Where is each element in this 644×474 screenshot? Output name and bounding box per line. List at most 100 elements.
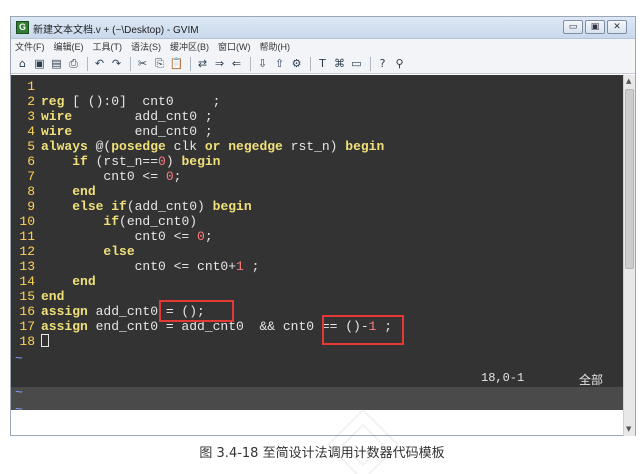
keyword-token: else <box>103 244 135 259</box>
code-line: 7 cnt0 <= 0; <box>11 169 623 184</box>
number-token: 0 <box>165 169 174 184</box>
line-number: 5 <box>27 139 35 154</box>
code-line: 5 always @(posedge clk or negedge rst_n) … <box>11 139 623 154</box>
make-icon[interactable]: T <box>315 56 330 71</box>
menu-buffers[interactable]: 缓冲区(B) <box>170 40 209 53</box>
cut-icon[interactable]: ✂ <box>135 56 150 71</box>
code-line: 6 if (rst_n==0) begin <box>11 154 623 169</box>
code-text: ; <box>204 229 213 244</box>
menu-edit[interactable]: 编辑(E) <box>54 40 84 53</box>
code-line: 16 assign add_cnt0 = (); <box>11 304 623 319</box>
window-title: 新建文本文档.v + (~\Desktop) - GVIM <box>33 25 199 36</box>
keyword-token: posedge <box>111 139 166 154</box>
keyword-token: wire <box>41 124 73 139</box>
keyword-token: else if <box>72 199 127 214</box>
print-icon[interactable]: ⎙ <box>66 56 81 71</box>
help-icon[interactable]: ? <box>375 56 390 71</box>
line-number: 4 <box>27 124 35 139</box>
code-line: 10 if(end_cnt0) <box>11 214 623 229</box>
code-line: 4 wire end_cnt0 ; <box>11 124 623 139</box>
highlight-box-add-cnt0 <box>159 300 234 322</box>
scroll-up-icon[interactable]: ▲ <box>626 77 631 85</box>
code-line: 9 else if(add_cnt0) begin <box>11 199 623 214</box>
keyword-token: end <box>41 289 65 304</box>
vertical-scrollbar[interactable]: ▲ ▼ <box>623 75 635 436</box>
code-text: (rst_n== <box>87 154 159 169</box>
scroll-percentage: 全部 <box>579 373 604 387</box>
menu-window[interactable]: 窗口(W) <box>218 40 251 53</box>
line-number: 6 <box>27 154 35 169</box>
load-session-icon[interactable]: ⇩ <box>255 56 270 71</box>
line-number: 8 <box>27 184 35 199</box>
redo-icon[interactable]: ↷ <box>109 56 124 71</box>
keyword-token: if <box>103 214 120 229</box>
line-number: 16 <box>19 304 35 319</box>
keyword-token: assign <box>41 304 88 319</box>
shell-icon[interactable]: ⌘ <box>332 56 347 71</box>
code-text: @( <box>87 139 112 154</box>
close-button[interactable]: ✕ <box>607 20 627 34</box>
empty-line-marker: ~ <box>15 402 23 410</box>
code-line: 12 else <box>11 244 623 259</box>
find-replace-icon[interactable]: ⇄ <box>195 56 210 71</box>
maximize-button[interactable]: ▣ <box>585 20 605 34</box>
copy-icon[interactable]: ⎘ <box>152 56 167 71</box>
code-line: 17 assign end_cnt0 = add_cnt0 && cnt0 == … <box>11 319 623 334</box>
line-number: 7 <box>27 169 35 184</box>
keyword-token: begin <box>212 199 252 214</box>
line-number: 9 <box>27 199 35 214</box>
keyword-token: reg <box>41 94 65 109</box>
undo-icon[interactable]: ↶ <box>92 56 107 71</box>
gvim-window: G 新建文本文档.v + (~\Desktop) - GVIM ▭ ▣ ✕ 文件… <box>10 16 636 436</box>
menu-help[interactable]: 帮助(H) <box>260 40 291 53</box>
save-session-icon[interactable]: ⇧ <box>272 56 287 71</box>
code-line: 1 <box>11 79 623 94</box>
scroll-down-icon[interactable]: ▼ <box>626 425 631 433</box>
run-script-icon[interactable]: ⚙ <box>289 56 304 71</box>
find-next-icon[interactable]: ⇒ <box>212 56 227 71</box>
paste-icon[interactable]: 📋 <box>169 56 184 71</box>
keyword-token: end <box>72 274 96 289</box>
code-text: clk <box>165 139 205 154</box>
code-text: ; <box>173 169 182 184</box>
code-line: 2 reg [ ():0] cnt0 ; <box>11 94 623 109</box>
open-icon[interactable]: ⌂ <box>15 56 30 71</box>
find-help-icon[interactable]: ⚲ <box>392 56 407 71</box>
keyword-token: end <box>72 184 96 199</box>
line-number: 17 <box>19 319 35 334</box>
text-cursor <box>41 334 49 347</box>
code-text: rst_n) <box>282 139 346 154</box>
code-text: (add_cnt0) <box>126 199 213 214</box>
scroll-thumb[interactable] <box>625 89 634 269</box>
tags-icon[interactable]: ▭ <box>349 56 364 71</box>
code-text: cnt0 <= <box>41 169 166 184</box>
code-line: 18 <box>11 334 623 349</box>
menu-file[interactable]: 文件(F) <box>15 40 45 53</box>
line-number: 11 <box>19 229 35 244</box>
minimize-button[interactable]: ▭ <box>563 20 583 34</box>
save-all-icon[interactable]: ▤ <box>49 56 64 71</box>
menu-tools[interactable]: 工具(T) <box>93 40 123 53</box>
code-editor[interactable]: 1 2 reg [ ():0] cnt0 ; 3 wire add_cnt0 ; 4 wir… <box>11 75 623 410</box>
number-token: 1 <box>236 259 244 274</box>
keyword-token: assign <box>41 319 88 334</box>
save-icon[interactable]: ▣ <box>32 56 47 71</box>
code-line: 13 cnt0 <= cnt0+1 ; <box>11 259 623 274</box>
line-number: 1 <box>27 79 35 94</box>
menu-syntax[interactable]: 语法(S) <box>131 40 161 53</box>
toolbar-separator <box>370 56 371 71</box>
line-number: 12 <box>19 244 35 259</box>
number-token: 0 <box>158 154 166 169</box>
line-number: 10 <box>19 214 35 229</box>
line-number: 2 <box>27 94 35 109</box>
toolbar-separator <box>250 56 251 71</box>
code-text: cnt0 <= cnt0+ <box>41 259 237 274</box>
line-number: 13 <box>19 259 35 274</box>
toolbar: ⌂ ▣ ▤ ⎙ ↶ ↷ ✂ ⎘ 📋 ⇄ ⇒ ⇐ ⇩ ⇧ ⚙ T ⌘ ▭? ⚲ <box>11 54 635 74</box>
keyword-token: begin <box>345 139 385 154</box>
toolbar-separator <box>310 56 311 71</box>
find-prev-icon[interactable]: ⇐ <box>229 56 244 71</box>
